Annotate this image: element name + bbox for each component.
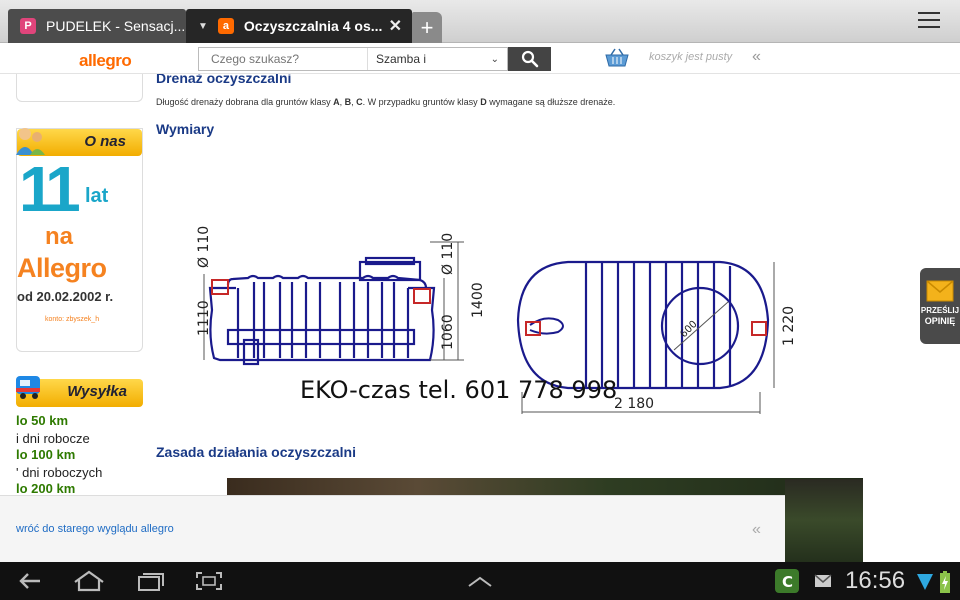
- sidebar-panel-stub: [16, 74, 143, 102]
- shipping-distance: lo 50 km: [16, 413, 69, 428]
- shipping-range: lo 50 km: [16, 413, 68, 428]
- chevron-down-icon: ⌄: [490, 54, 499, 65]
- dimensions-heading: Wymiary: [156, 121, 215, 137]
- battery-charging-icon: [940, 571, 950, 593]
- svg-text:C: C: [782, 573, 793, 591]
- mail-notification-icon[interactable]: [814, 574, 832, 588]
- category-select-value: Szamba i: [376, 52, 427, 66]
- on-label: na: [45, 223, 74, 250]
- shipping-time: i dni robocze: [16, 431, 90, 446]
- menu-icon[interactable]: [918, 12, 940, 33]
- search-box: Szamba i ⌄: [198, 47, 508, 71]
- screenshot-icon[interactable]: [194, 570, 224, 592]
- tab-strip: P PUDELEK - Sensacj... ▼ a Oczyszczalnia…: [0, 0, 960, 43]
- feedback-widget[interactable]: PRZEŚLIJ OPINIĘ: [920, 268, 960, 344]
- account-name[interactable]: konto: zbyszek_h: [45, 316, 99, 323]
- height-1060-label: 1060: [440, 314, 456, 350]
- shipping-panel-header: Wysyłka: [16, 376, 143, 407]
- shipping-range: lo 100 km: [16, 447, 75, 462]
- back-icon[interactable]: [16, 570, 46, 592]
- installation-photo-edge: [785, 479, 863, 562]
- phone-banner: EKO-czas tel. 601 778 998: [300, 376, 617, 404]
- allegro-label: Allegro: [17, 253, 107, 283]
- drainage-heading: Drenaż oczyszczalni: [156, 74, 292, 86]
- manhole-circle: [660, 286, 740, 366]
- shipping-range: lo 200 km: [16, 481, 75, 495]
- shipping-time: ' dni roboczych: [16, 465, 103, 480]
- tab-dropdown-icon[interactable]: ▼: [198, 21, 208, 32]
- drainage-description: Długość drenaży dobrana dla gruntów klas…: [156, 97, 616, 107]
- feedback-label: PRZEŚLIJ OPINIĘ: [920, 306, 960, 326]
- search-input[interactable]: [199, 48, 367, 70]
- width-1220-label: 1 220: [781, 306, 797, 346]
- about-title: O nas: [84, 133, 126, 150]
- old-layout-link[interactable]: wróć do starego wyglądu allegro: [16, 523, 174, 535]
- category-select[interactable]: Szamba i ⌄: [367, 48, 509, 70]
- new-tab-button[interactable]: +: [412, 12, 442, 43]
- home-icon[interactable]: [72, 570, 106, 592]
- delivery-van-icon: [16, 376, 40, 399]
- shipping-title: Wysyłka: [67, 383, 127, 400]
- bottom-info-bar: wróć do starego wyglądu allegro «: [0, 495, 785, 562]
- pipe-diameter-label: Ø 110: [196, 226, 212, 268]
- height-1400-label: 1400: [470, 282, 486, 318]
- how-it-works-heading: Zasada działania oczyszczalni: [156, 444, 356, 460]
- basket-icon[interactable]: [604, 48, 630, 73]
- left-sidebar: O nas 11 lat na Allegro od 20.02.2002 r.…: [0, 74, 146, 495]
- length-2180-label: 2 180: [614, 396, 654, 412]
- shipping-panel: Wysyłka lo 50 km i dni robocze lo 100 km…: [16, 376, 143, 495]
- pipe-diameter-label: Ø 110: [440, 233, 456, 275]
- tab-oczyszczalnia[interactable]: ▼ a Oczyszczalnia 4 os... ✕: [186, 9, 412, 43]
- shipping-distance: lo 200 km: [16, 481, 76, 495]
- about-panel: O nas 11 lat na Allegro od 20.02.2002 r.…: [16, 128, 143, 352]
- outlet-pipe: [413, 288, 431, 304]
- main-content: Drenaż oczyszczalni Długość drenaży dobr…: [148, 74, 918, 495]
- cart-status[interactable]: koszyk jest pusty: [649, 51, 732, 63]
- years-number: 11: [19, 153, 81, 225]
- years-unit: lat: [85, 185, 109, 207]
- browser-window: P PUDELEK - Sensacj... ▼ a Oczyszczalnia…: [0, 0, 960, 600]
- tab-pudelek[interactable]: P PUDELEK - Sensacj...: [8, 9, 186, 43]
- tank-dimension-drawing: Ø 110 1110 Ø 110 1060 1400 1 220 2 180 6…: [196, 226, 797, 414]
- collapse-header-icon[interactable]: «: [752, 48, 761, 66]
- system-navigation-bar: C 16:56: [0, 562, 960, 600]
- wifi-icon: [917, 574, 933, 590]
- pudelek-favicon-icon: P: [20, 18, 36, 34]
- chevron-up-icon[interactable]: [466, 572, 494, 590]
- recent-apps-icon[interactable]: [136, 570, 166, 592]
- collapse-bar-icon[interactable]: «: [752, 521, 761, 539]
- envelope-icon: [926, 280, 954, 302]
- allegro-logo[interactable]: allegro: [79, 51, 132, 71]
- clock[interactable]: 16:56: [845, 567, 905, 595]
- search-button[interactable]: [508, 47, 551, 71]
- height-1110-label: 1110: [196, 300, 212, 336]
- close-tab-icon[interactable]: ✕: [389, 16, 402, 36]
- outlet-pipe-top: [751, 321, 767, 336]
- shipping-distance: lo 100 km: [16, 447, 76, 462]
- installation-photo: [227, 478, 863, 495]
- search-icon: [521, 50, 538, 68]
- since-date: od 20.02.2002 r.: [17, 289, 114, 304]
- site-header: allegro Szamba i ⌄ koszyk jest pusty «: [0, 43, 960, 74]
- tab-title: PUDELEK - Sensacj...: [46, 18, 186, 34]
- allegro-favicon-icon: a: [217, 18, 234, 34]
- app-notification-icon[interactable]: C: [774, 568, 800, 594]
- tab-title: Oczyszczalnia 4 os...: [243, 18, 383, 34]
